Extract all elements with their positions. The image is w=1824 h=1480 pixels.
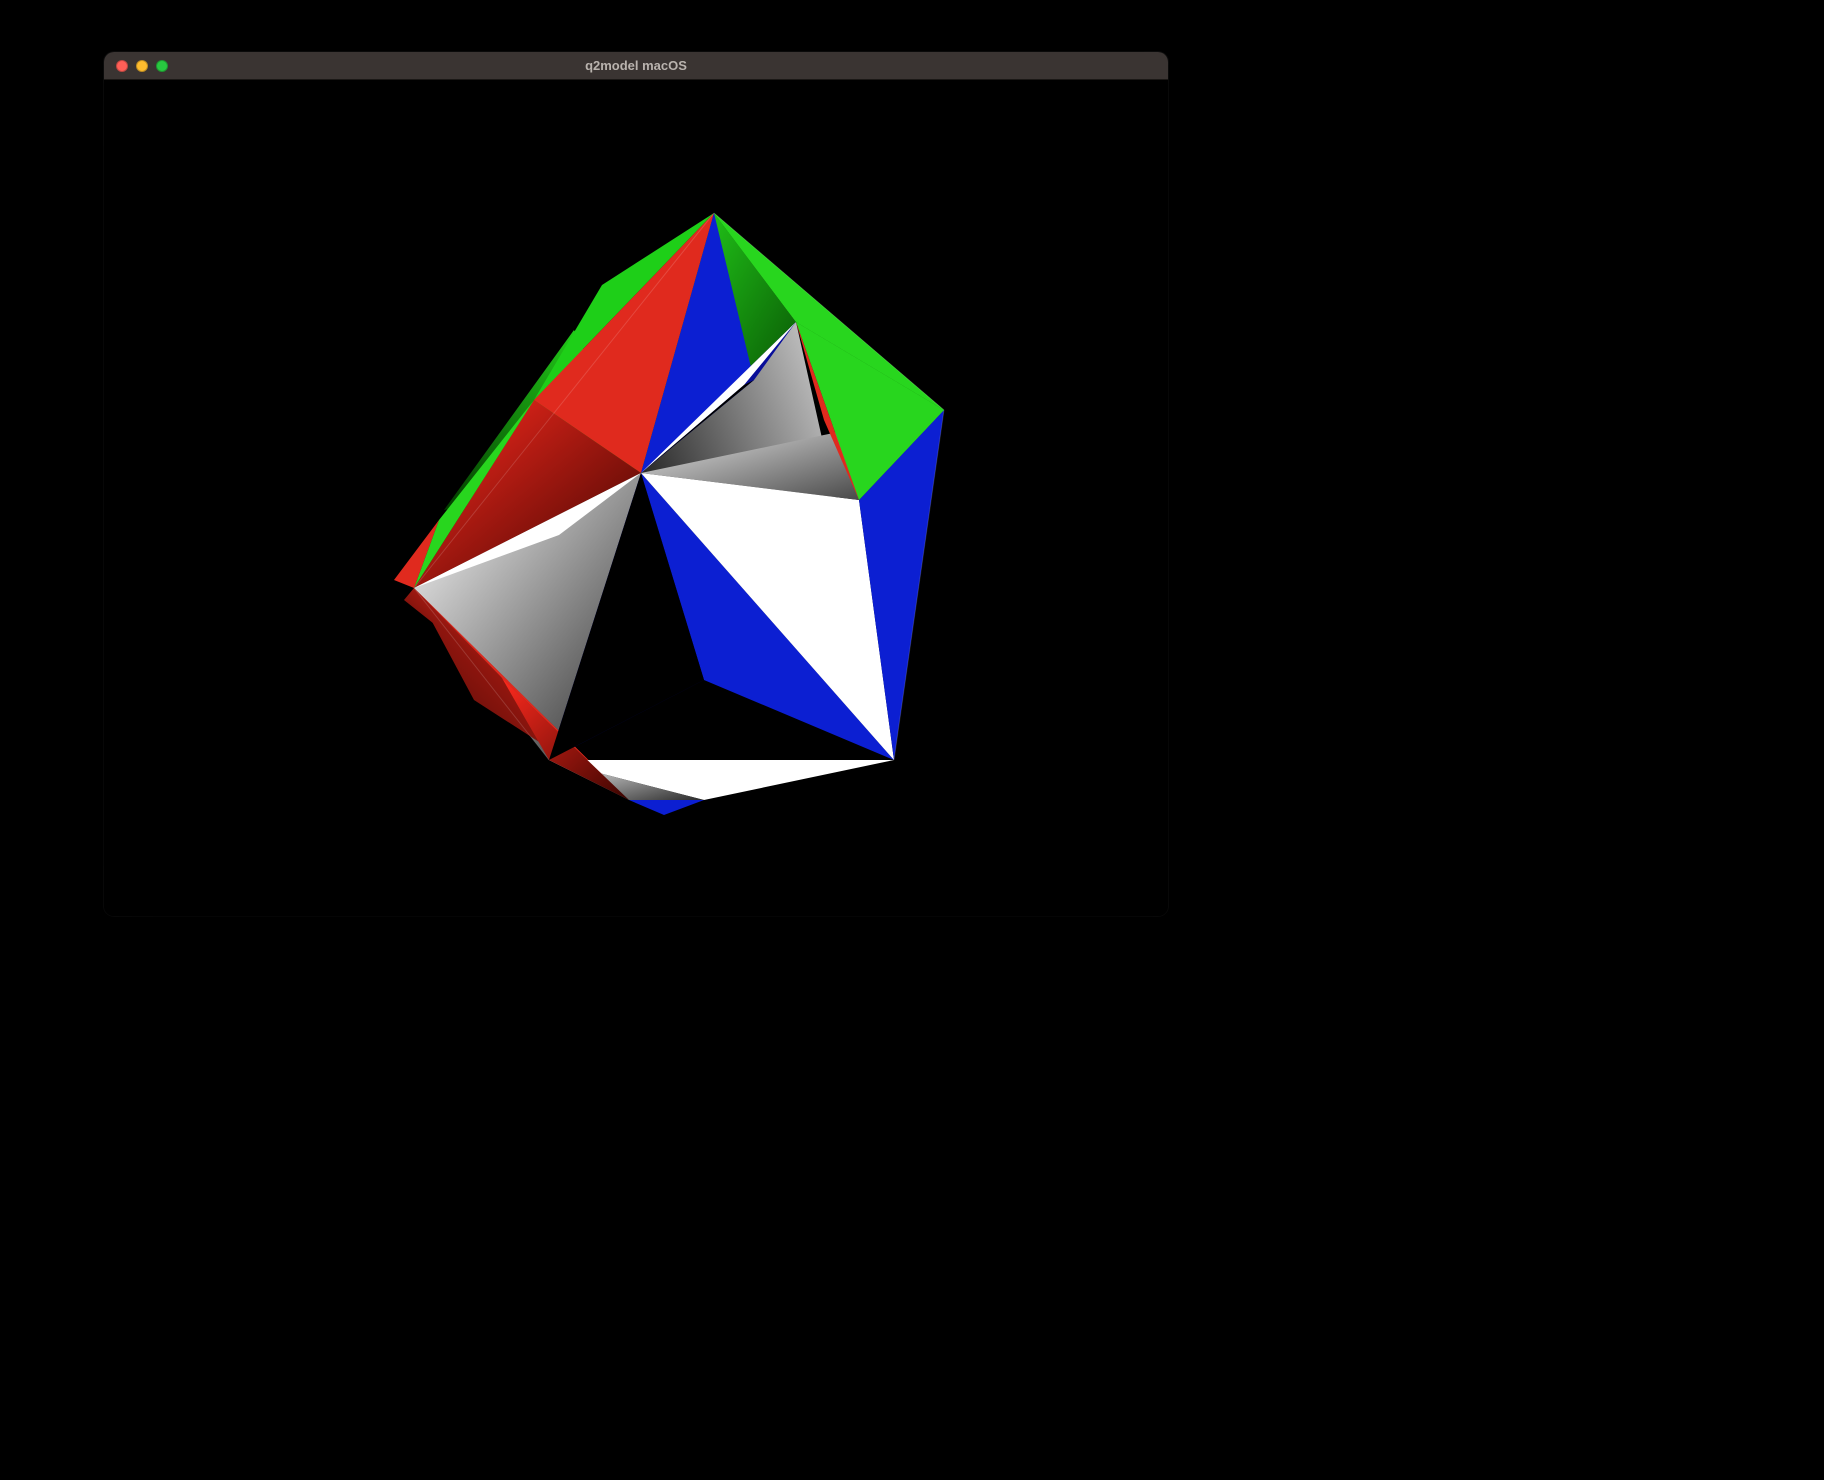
window-minimize-button[interactable] [136,60,148,72]
titlebar[interactable]: q2model macOS [104,52,1168,80]
model-viewport[interactable] [104,80,1168,916]
window-title: q2model macOS [104,58,1168,73]
model-render [104,80,1168,916]
window-zoom-button[interactable] [156,60,168,72]
traffic-lights [104,60,168,72]
window-close-button[interactable] [116,60,128,72]
app-window[interactable]: q2model macOS [104,52,1168,916]
